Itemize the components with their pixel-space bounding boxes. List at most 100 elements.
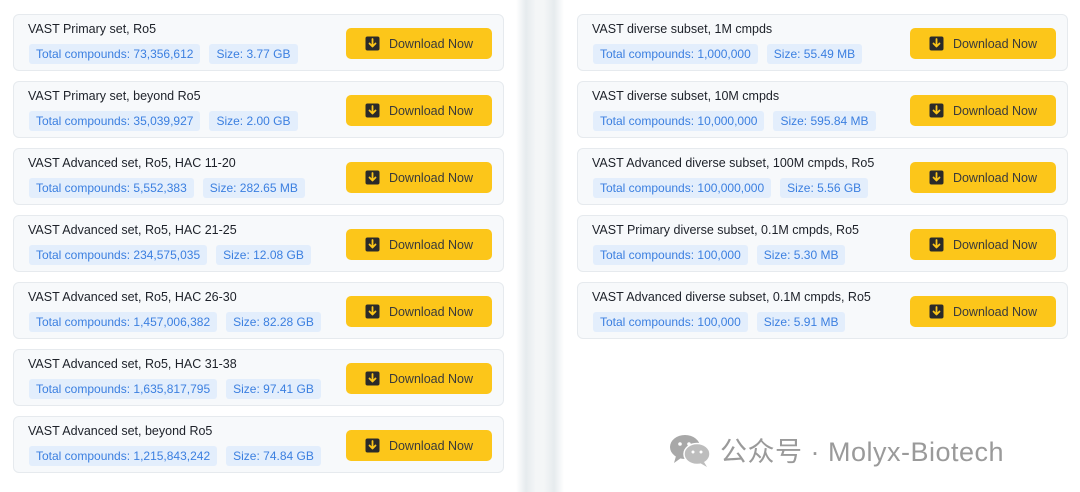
watermark: 公众号 · Molyx-Biotech xyxy=(668,430,1004,469)
total-compounds-tag: Total compounds: 1,000,000 xyxy=(593,44,758,64)
file-size-tag: Size: 97.41 GB xyxy=(226,379,321,399)
left-column: VAST Primary set, Ro5 Total compounds: 7… xyxy=(0,0,516,492)
dataset-title: VAST diverse subset, 10M cmpds xyxy=(592,89,780,103)
dataset-card: VAST Advanced diverse subset, 100M cmpds… xyxy=(577,148,1068,205)
download-now-button[interactable]: Download Now xyxy=(346,363,492,394)
dataset-tags: Total compounds: 5,552,383 Size: 282.65 … xyxy=(29,178,305,198)
download-icon xyxy=(365,36,380,51)
total-compounds-tag: Total compounds: 1,457,006,382 xyxy=(29,312,218,332)
dataset-card: VAST Advanced set, beyond Ro5 Total comp… xyxy=(13,416,504,473)
wechat-icon xyxy=(668,432,712,468)
right-column: VAST diverse subset, 1M cmpds Total comp… xyxy=(564,0,1080,492)
download-icon xyxy=(929,36,944,51)
dataset-card: VAST Advanced set, Ro5, HAC 26-30 Total … xyxy=(13,282,504,339)
download-now-button[interactable]: Download Now xyxy=(910,95,1056,126)
dataset-title: VAST Primary set, beyond Ro5 xyxy=(28,89,201,103)
file-size-tag: Size: 5.91 MB xyxy=(756,312,846,332)
dataset-card: VAST diverse subset, 10M cmpds Total com… xyxy=(577,81,1068,138)
total-compounds-tag: Total compounds: 1,215,843,242 xyxy=(29,446,218,466)
download-button-label: Download Now xyxy=(388,237,474,252)
download-icon xyxy=(929,237,944,252)
download-icon xyxy=(365,371,380,386)
total-compounds-tag: Total compounds: 100,000 xyxy=(593,312,748,332)
total-compounds-tag: Total compounds: 1,635,817,795 xyxy=(29,379,218,399)
dataset-card: VAST Primary set, beyond Ro5 Total compo… xyxy=(13,81,504,138)
dataset-tags: Total compounds: 100,000 Size: 5.91 MB xyxy=(593,312,846,332)
dataset-title: VAST Advanced set, Ro5, HAC 11-20 xyxy=(28,156,236,170)
download-button-label: Download Now xyxy=(388,103,474,118)
total-compounds-tag: Total compounds: 10,000,000 xyxy=(593,111,765,131)
download-icon xyxy=(929,304,944,319)
dataset-tags: Total compounds: 234,575,035 Size: 12.08… xyxy=(29,245,311,265)
download-now-button[interactable]: Download Now xyxy=(346,95,492,126)
file-size-tag: Size: 55.49 MB xyxy=(766,44,863,64)
download-now-button[interactable]: Download Now xyxy=(346,296,492,327)
download-button-label: Download Now xyxy=(952,304,1038,319)
total-compounds-tag: Total compounds: 35,039,927 xyxy=(29,111,201,131)
download-icon xyxy=(365,304,380,319)
dataset-title: VAST Advanced set, Ro5, HAC 31-38 xyxy=(28,357,237,371)
dataset-tags: Total compounds: 10,000,000 Size: 595.84… xyxy=(593,111,876,131)
download-button-label: Download Now xyxy=(388,304,474,319)
total-compounds-tag: Total compounds: 100,000,000 xyxy=(593,178,772,198)
dataset-card: VAST Primary set, Ro5 Total compounds: 7… xyxy=(13,14,504,71)
dataset-tags: Total compounds: 100,000,000 Size: 5.56 … xyxy=(593,178,869,198)
dataset-title: VAST Advanced diverse subset, 0.1M cmpds… xyxy=(592,290,871,304)
file-size-tag: Size: 74.84 GB xyxy=(226,446,321,466)
dataset-title: VAST Primary set, Ro5 xyxy=(28,22,157,36)
dataset-card: VAST Advanced set, Ro5, HAC 11-20 Total … xyxy=(13,148,504,205)
dataset-tags: Total compounds: 1,000,000 Size: 55.49 M… xyxy=(593,44,863,64)
download-icon xyxy=(929,170,944,185)
total-compounds-tag: Total compounds: 100,000 xyxy=(593,245,748,265)
dataset-tags: Total compounds: 35,039,927 Size: 2.00 G… xyxy=(29,111,298,131)
download-button-label: Download Now xyxy=(388,438,474,453)
file-size-tag: Size: 282.65 MB xyxy=(202,178,305,198)
file-size-tag: Size: 82.28 GB xyxy=(226,312,321,332)
download-button-label: Download Now xyxy=(388,170,474,185)
dataset-card: VAST diverse subset, 1M cmpds Total comp… xyxy=(577,14,1068,71)
dataset-tags: Total compounds: 1,215,843,242 Size: 74.… xyxy=(29,446,321,466)
dataset-title: VAST Advanced set, beyond Ro5 xyxy=(28,424,213,438)
dataset-title: VAST diverse subset, 1M cmpds xyxy=(592,22,773,36)
download-button-label: Download Now xyxy=(388,36,474,51)
download-button-label: Download Now xyxy=(952,36,1038,51)
download-icon xyxy=(365,170,380,185)
download-icon xyxy=(365,103,380,118)
file-size-tag: Size: 5.56 GB xyxy=(780,178,869,198)
dataset-card: VAST Advanced diverse subset, 0.1M cmpds… xyxy=(577,282,1068,339)
download-icon xyxy=(929,103,944,118)
dataset-tags: Total compounds: 100,000 Size: 5.30 MB xyxy=(593,245,846,265)
dataset-tags: Total compounds: 1,457,006,382 Size: 82.… xyxy=(29,312,321,332)
total-compounds-tag: Total compounds: 234,575,035 xyxy=(29,245,208,265)
download-button-label: Download Now xyxy=(952,237,1038,252)
dataset-tags: Total compounds: 1,635,817,795 Size: 97.… xyxy=(29,379,321,399)
download-now-button[interactable]: Download Now xyxy=(910,162,1056,193)
file-size-tag: Size: 595.84 MB xyxy=(773,111,876,131)
column-divider xyxy=(516,0,564,492)
download-icon xyxy=(365,438,380,453)
download-now-button[interactable]: Download Now xyxy=(910,229,1056,260)
download-button-label: Download Now xyxy=(388,371,474,386)
watermark-text: 公众号 · Molyx-Biotech xyxy=(720,437,1005,467)
dataset-title: VAST Advanced set, Ro5, HAC 26-30 xyxy=(28,290,237,304)
dataset-title: VAST Advanced set, Ro5, HAC 21-25 xyxy=(28,223,237,237)
dataset-title: VAST Advanced diverse subset, 100M cmpds… xyxy=(592,156,875,170)
file-size-tag: Size: 3.77 GB xyxy=(209,44,298,64)
total-compounds-tag: Total compounds: 5,552,383 xyxy=(29,178,194,198)
dataset-card: VAST Advanced set, Ro5, HAC 31-38 Total … xyxy=(13,349,504,406)
dataset-card: VAST Primary diverse subset, 0.1M cmpds,… xyxy=(577,215,1068,272)
download-button-label: Download Now xyxy=(952,103,1038,118)
total-compounds-tag: Total compounds: 73,356,612 xyxy=(29,44,201,64)
download-now-button[interactable]: Download Now xyxy=(346,162,492,193)
dataset-card: VAST Advanced set, Ro5, HAC 21-25 Total … xyxy=(13,215,504,272)
download-now-button[interactable]: Download Now xyxy=(346,229,492,260)
file-size-tag: Size: 5.30 MB xyxy=(756,245,846,265)
dataset-tags: Total compounds: 73,356,612 Size: 3.77 G… xyxy=(29,44,298,64)
download-now-button[interactable]: Download Now xyxy=(346,28,492,59)
download-now-button[interactable]: Download Now xyxy=(910,296,1056,327)
download-now-button[interactable]: Download Now xyxy=(346,430,492,461)
file-size-tag: Size: 12.08 GB xyxy=(216,245,311,265)
file-size-tag: Size: 2.00 GB xyxy=(209,111,298,131)
download-now-button[interactable]: Download Now xyxy=(910,28,1056,59)
download-button-label: Download Now xyxy=(952,170,1038,185)
